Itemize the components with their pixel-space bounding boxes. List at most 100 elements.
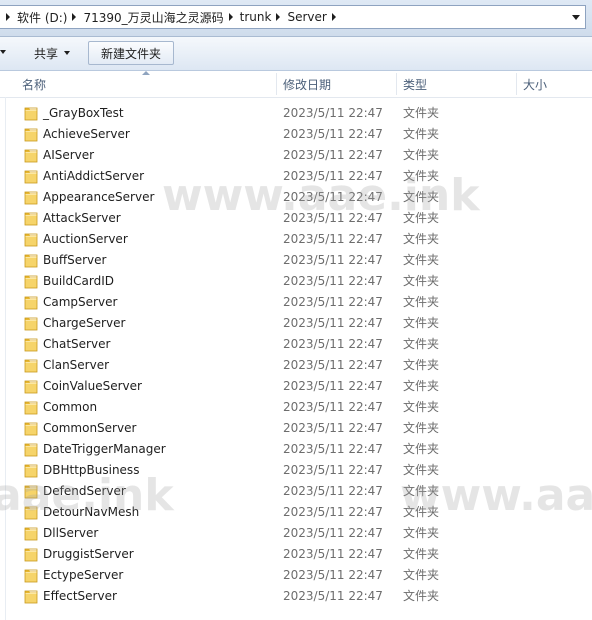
file-name: CoinValueServer <box>43 379 142 393</box>
chevron-right-icon[interactable] <box>6 13 10 21</box>
file-modified: 2023/5/11 22:47 <box>283 358 383 372</box>
column-header-name[interactable]: 名称 <box>22 71 276 97</box>
file-type: 文件夹 <box>403 505 440 519</box>
file-row[interactable]: AppearanceServer 2023/5/11 22:47 文件夹 <box>0 187 592 208</box>
file-row[interactable]: DetourNavMesh 2023/5/11 22:47 文件夹 <box>0 502 592 523</box>
file-row[interactable]: ChargeServer 2023/5/11 22:47 文件夹 <box>0 313 592 334</box>
file-list: _GrayBoxTest 2023/5/11 22:47 文件夹 AchieveSer… <box>0 103 592 607</box>
file-row[interactable]: DateTriggerManager 2023/5/11 22:47 文件夹 <box>0 439 592 460</box>
address-dropdown-button[interactable] <box>569 10 583 24</box>
address-field[interactable]: 软件 (D:) 71390_万灵山海之灵源码 trunk Server <box>0 5 586 29</box>
file-type: 文件夹 <box>403 295 440 309</box>
folder-icon <box>24 147 38 163</box>
file-name: BuffServer <box>43 253 107 267</box>
chevron-right-icon[interactable] <box>276 13 281 21</box>
file-type: 文件夹 <box>403 211 440 225</box>
file-name: ChargeServer <box>43 316 126 330</box>
organize-dropdown-icon[interactable] <box>0 50 6 54</box>
folder-icon <box>24 378 38 394</box>
file-row[interactable]: AuctionServer 2023/5/11 22:47 文件夹 <box>0 229 592 250</box>
file-modified: 2023/5/11 22:47 <box>283 337 383 351</box>
file-modified: 2023/5/11 22:47 <box>283 232 383 246</box>
file-type: 文件夹 <box>403 568 440 582</box>
chevron-right-icon[interactable] <box>228 13 233 21</box>
folder-icon <box>24 483 38 499</box>
column-header: 名称 修改日期 类型 大小 <box>0 71 592 98</box>
column-divider[interactable] <box>396 73 397 95</box>
folder-icon <box>24 252 38 268</box>
file-modified: 2023/5/11 22:47 <box>283 442 383 456</box>
file-row[interactable]: BuildCardID 2023/5/11 22:47 文件夹 <box>0 271 592 292</box>
file-modified: 2023/5/11 22:47 <box>283 127 383 141</box>
file-name: EctypeServer <box>43 568 124 582</box>
folder-icon <box>24 105 38 121</box>
file-type: 文件夹 <box>403 400 440 414</box>
file-type: 文件夹 <box>403 253 440 267</box>
file-modified: 2023/5/11 22:47 <box>283 463 383 477</box>
file-name: ClanServer <box>43 358 110 372</box>
file-modified: 2023/5/11 22:47 <box>283 526 383 540</box>
breadcrumb-item-project[interactable]: 71390_万灵山海之灵源码 <box>82 9 224 26</box>
new-folder-button-label: 新建文件夹 <box>101 46 162 61</box>
column-header-size[interactable]: 大小 <box>523 71 592 97</box>
column-divider[interactable] <box>516 73 517 95</box>
file-row[interactable]: BuffServer 2023/5/11 22:47 文件夹 <box>0 250 592 271</box>
file-row[interactable]: DefendServer 2023/5/11 22:47 文件夹 <box>0 481 592 502</box>
file-row[interactable]: Common 2023/5/11 22:47 文件夹 <box>0 397 592 418</box>
file-row[interactable]: AchieveServer 2023/5/11 22:47 文件夹 <box>0 124 592 145</box>
file-modified: 2023/5/11 22:47 <box>283 505 383 519</box>
file-type: 文件夹 <box>403 127 440 141</box>
file-row[interactable]: AttackServer 2023/5/11 22:47 文件夹 <box>0 208 592 229</box>
file-type: 文件夹 <box>403 547 440 561</box>
file-row[interactable]: AntiAddictServer 2023/5/11 22:47 文件夹 <box>0 166 592 187</box>
column-header-type[interactable]: 类型 <box>403 71 513 97</box>
explorer-window: 软件 (D:) 71390_万灵山海之灵源码 trunk Server 共享 新… <box>0 0 592 620</box>
file-row[interactable]: CoinValueServer 2023/5/11 22:47 文件夹 <box>0 376 592 397</box>
file-row[interactable]: DruggistServer 2023/5/11 22:47 文件夹 <box>0 544 592 565</box>
file-row[interactable]: EffectServer 2023/5/11 22:47 文件夹 <box>0 586 592 607</box>
breadcrumb-item-server[interactable]: Server <box>286 10 327 24</box>
file-name: CampServer <box>43 295 118 309</box>
breadcrumb-item-trunk[interactable]: trunk <box>239 10 273 24</box>
file-row[interactable]: CampServer 2023/5/11 22:47 文件夹 <box>0 292 592 313</box>
file-name: EffectServer <box>43 589 117 603</box>
file-row[interactable]: AIServer 2023/5/11 22:47 文件夹 <box>0 145 592 166</box>
file-row[interactable]: CommonServer 2023/5/11 22:47 文件夹 <box>0 418 592 439</box>
file-row[interactable]: ClanServer 2023/5/11 22:47 文件夹 <box>0 355 592 376</box>
folder-icon <box>24 420 38 436</box>
file-type: 文件夹 <box>403 358 440 372</box>
folder-icon <box>24 231 38 247</box>
file-name: DruggistServer <box>43 547 134 561</box>
chevron-right-icon[interactable] <box>331 13 336 21</box>
file-row[interactable]: _GrayBoxTest 2023/5/11 22:47 文件夹 <box>0 103 592 124</box>
new-folder-button[interactable]: 新建文件夹 <box>88 41 175 65</box>
file-row[interactable]: DllServer 2023/5/11 22:47 文件夹 <box>0 523 592 544</box>
share-button[interactable]: 共享 <box>26 41 78 65</box>
column-header-modified[interactable]: 修改日期 <box>283 71 395 97</box>
chevron-right-icon[interactable] <box>72 13 77 21</box>
column-header-size-label: 大小 <box>523 77 548 92</box>
file-type: 文件夹 <box>403 484 440 498</box>
file-name: AppearanceServer <box>43 190 155 204</box>
file-row[interactable]: ChatServer 2023/5/11 22:47 文件夹 <box>0 334 592 355</box>
folder-icon <box>24 336 38 352</box>
file-type: 文件夹 <box>403 463 440 477</box>
file-row[interactable]: DBHttpBusiness 2023/5/11 22:47 文件夹 <box>0 460 592 481</box>
file-modified: 2023/5/11 22:47 <box>283 148 383 162</box>
file-name: _GrayBoxTest <box>43 106 124 120</box>
file-name: DllServer <box>43 526 99 540</box>
breadcrumb: 软件 (D:) 71390_万灵山海之灵源码 trunk Server <box>2 6 342 28</box>
file-name: AIServer <box>43 148 95 162</box>
file-name: AchieveServer <box>43 127 130 141</box>
column-header-modified-label: 修改日期 <box>283 77 332 92</box>
file-modified: 2023/5/11 22:47 <box>283 169 383 183</box>
file-type: 文件夹 <box>403 526 440 540</box>
folder-icon <box>24 399 38 415</box>
file-name: AuctionServer <box>43 232 128 246</box>
column-header-type-label: 类型 <box>403 77 428 92</box>
folder-icon <box>24 357 38 373</box>
file-row[interactable]: EctypeServer 2023/5/11 22:47 文件夹 <box>0 565 592 586</box>
column-divider[interactable] <box>276 73 277 95</box>
file-type: 文件夹 <box>403 316 440 330</box>
breadcrumb-item-drive[interactable]: 软件 (D:) <box>16 9 68 26</box>
